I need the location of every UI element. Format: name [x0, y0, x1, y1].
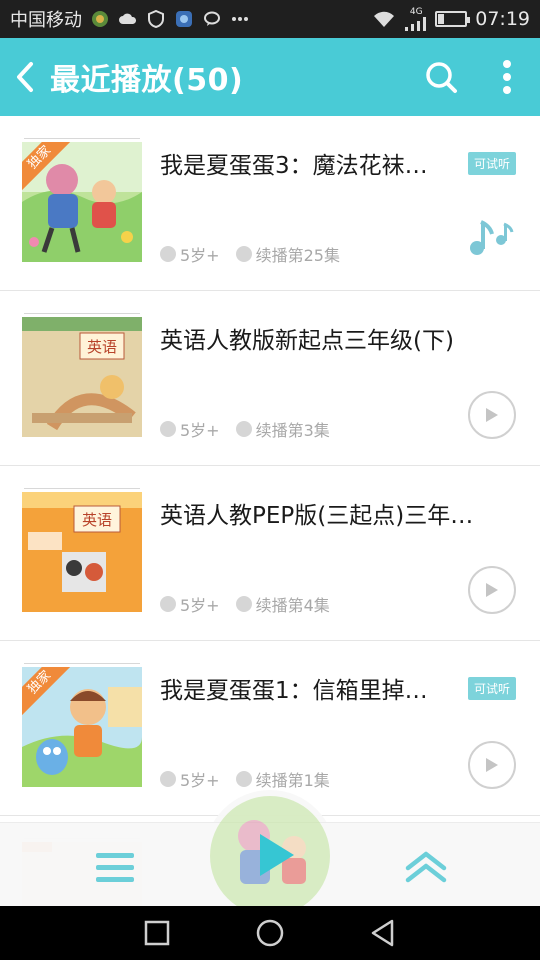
play-icon: [486, 758, 498, 772]
age-icon: [160, 771, 176, 787]
home-icon: [256, 919, 284, 947]
more-vert-icon: [503, 60, 511, 94]
clock-icon: [235, 421, 252, 437]
home-button[interactable]: [250, 913, 290, 953]
mini-player: [0, 790, 540, 922]
cover-image: 英语: [22, 492, 142, 612]
back-nav-button[interactable]: [363, 913, 403, 953]
list-item[interactable]: 英语 英语人教PEP版(三起点)三年… 5岁+ 续播第4集: [0, 466, 540, 641]
carrier-label: 中国移动: [10, 10, 82, 31]
album-cover: 英语: [22, 313, 142, 437]
play-pause-icon[interactable]: [250, 830, 300, 880]
item-meta: 5岁+ 续播第1集: [160, 767, 346, 791]
more-button[interactable]: [474, 38, 540, 116]
back-button[interactable]: [0, 38, 50, 116]
progress-label: 续播第25集: [255, 246, 340, 265]
more-notifications-icon: [230, 9, 250, 29]
play-icon: [486, 583, 498, 597]
cover-image: 独家: [22, 142, 142, 262]
page-title: 最近播放(50): [50, 63, 244, 98]
back-triangle-icon: [372, 919, 394, 947]
search-icon: [426, 62, 457, 93]
item-meta: 5岁+ 续播第4集: [160, 592, 346, 616]
expand-up-icon[interactable]: [404, 846, 448, 886]
age-icon: [160, 421, 176, 437]
app-badge-icon: [174, 9, 194, 29]
wifi-icon: [371, 9, 397, 29]
system-nav-bar: [0, 906, 540, 960]
clock-icon: [235, 771, 252, 787]
play-button[interactable]: [468, 741, 516, 789]
status-bar: 中国移动 4G 07:19: [0, 0, 540, 38]
music-note-icon[interactable]: [468, 216, 514, 256]
trial-badge: 可试听: [467, 677, 516, 700]
list-item[interactable]: 独家 我是夏蛋蛋3：魔法花袜… 可试听 5岁+ 续播第25集: [0, 116, 540, 291]
age-icon: [160, 596, 176, 612]
shield-icon: [146, 9, 166, 29]
item-meta: 5岁+ 续播第25集: [160, 242, 356, 266]
back-icon: [17, 62, 33, 92]
trial-badge: 可试听: [467, 152, 516, 175]
item-title: 英语人教版新起点三年级(下): [160, 328, 454, 354]
play-icon: [486, 408, 498, 422]
playlist-menu-icon[interactable]: [94, 850, 136, 886]
battery-icon: [435, 11, 471, 27]
album-cover: 英语: [22, 488, 142, 612]
item-title: 我是夏蛋蛋1：信箱里掉…: [160, 678, 428, 704]
album-cover: 独家: [22, 138, 142, 262]
item-title: 我是夏蛋蛋3：魔法花袜…: [160, 153, 428, 179]
cover-image: 独家: [22, 667, 142, 787]
network-type-label: 4G: [409, 6, 423, 17]
age-label: 5岁+: [180, 771, 220, 790]
signal-indicator: 4G: [405, 6, 427, 31]
chat-icon: [202, 9, 222, 29]
age-icon: [160, 246, 176, 262]
app-bar: 最近播放(50): [0, 38, 540, 116]
app-notification-icon: [90, 9, 110, 29]
clock-icon: [235, 246, 252, 262]
play-button[interactable]: [468, 566, 516, 614]
cloud-icon: [118, 9, 138, 29]
progress-label: 续播第4集: [255, 596, 330, 615]
clock: 07:19: [475, 8, 530, 30]
cover-image: 英语: [22, 317, 142, 437]
recents-button[interactable]: [137, 913, 177, 953]
signal-icon: [405, 16, 427, 31]
cover-title-text: 英语: [82, 511, 112, 529]
recents-icon: [144, 920, 169, 946]
item-meta: 5岁+ 续播第3集: [160, 417, 346, 441]
age-label: 5岁+: [180, 596, 220, 615]
search-button[interactable]: [408, 38, 474, 116]
progress-label: 续播第1集: [255, 771, 330, 790]
album-cover: 独家: [22, 663, 142, 787]
cover-title-text: 英语: [87, 338, 117, 356]
item-title: 英语人教PEP版(三起点)三年…: [160, 503, 474, 529]
play-button[interactable]: [468, 391, 516, 439]
age-label: 5岁+: [180, 421, 220, 440]
progress-label: 续播第3集: [255, 421, 330, 440]
list-item[interactable]: 英语 英语人教版新起点三年级(下) 5岁+ 续播第3集: [0, 291, 540, 466]
clock-icon: [235, 596, 252, 612]
age-label: 5岁+: [180, 246, 220, 265]
